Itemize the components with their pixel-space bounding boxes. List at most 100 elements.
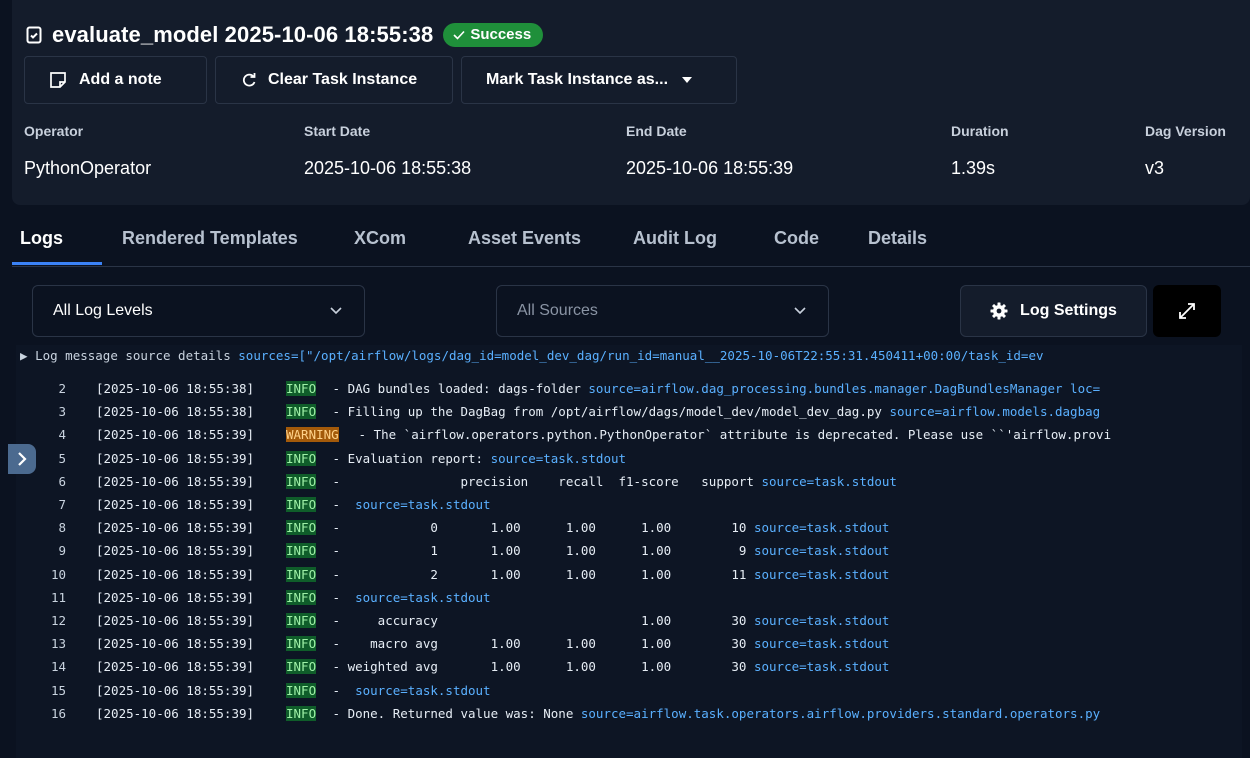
page-title: evaluate_model 2025-10-06 18:55:38 bbox=[52, 22, 434, 47]
task-instance-header: evaluate_model 2025-10-06 18:55:38 Succe… bbox=[12, 0, 1250, 205]
add-note-button[interactable]: Add a note bbox=[24, 56, 207, 104]
log-timestamp: [2025-10-06 18:55:39] bbox=[96, 520, 255, 536]
log-line-number: 6 bbox=[58, 473, 66, 489]
start-date-label: Start Date bbox=[304, 123, 371, 139]
log-message: - Filling up the DagBag from /opt/airflo… bbox=[325, 404, 1101, 420]
log-line-number: 8 bbox=[58, 520, 66, 536]
log-level-badge: INFO bbox=[286, 450, 317, 466]
end-date-label: End Date bbox=[626, 123, 687, 139]
gear-icon bbox=[990, 302, 1008, 320]
sidebar-toggle-button[interactable] bbox=[8, 444, 36, 474]
log-message: - weighted avg 1.00 1.00 1.00 30 source=… bbox=[325, 659, 890, 675]
log-message: - 1 1.00 1.00 1.00 9 source=task.stdout bbox=[325, 543, 890, 559]
log-line-number: 13 bbox=[50, 636, 66, 652]
log-timestamp: [2025-10-06 18:55:39] bbox=[96, 566, 255, 582]
tab-logs[interactable]: Logs bbox=[20, 228, 63, 249]
log-line: 13 [2025-10-06 18:55:39] INFO - macro avg … bbox=[16, 636, 1242, 659]
log-source-paths: sources=["/opt/airflow/logs/dag_id=model… bbox=[238, 348, 1044, 363]
log-line: 2 [2025-10-06 18:55:38] INFO - DAG bundles… bbox=[16, 381, 1242, 404]
log-level-badge: INFO bbox=[286, 613, 317, 628]
log-viewer[interactable]: ▶ Log message source details sources=["/… bbox=[16, 345, 1242, 758]
log-level-value: All Log Levels bbox=[53, 302, 153, 319]
log-message: - The `airflow.operators.python.PythonOp… bbox=[351, 427, 1112, 443]
log-timestamp: [2025-10-06 18:55:39] bbox=[96, 636, 255, 652]
log-line-number: 10 bbox=[50, 566, 66, 582]
caret-down-icon bbox=[682, 77, 693, 83]
mark-task-instance-dropdown[interactable]: Mark Task Instance as... bbox=[461, 56, 737, 104]
log-level-badge: INFO bbox=[286, 520, 317, 536]
fullscreen-button[interactable] bbox=[1153, 285, 1221, 337]
log-message: - Evaluation report: source=task.stdout bbox=[325, 450, 627, 466]
log-line-number: 14 bbox=[50, 659, 66, 675]
log-level-badge: INFO bbox=[286, 543, 317, 559]
log-source: source=airflow.dag_processing.bundles.ma… bbox=[588, 381, 1101, 396]
log-level-badge: INFO bbox=[286, 566, 317, 582]
tab-asset-events[interactable]: Asset Events bbox=[468, 228, 581, 249]
clear-task-instance-button[interactable]: Clear Task Instance bbox=[215, 56, 453, 104]
log-level-badge: INFO bbox=[286, 497, 317, 512]
log-line-number: 4 bbox=[58, 427, 66, 443]
log-level-select[interactable]: All Log Levels bbox=[32, 285, 365, 337]
log-message: - Done. Returned value was: None source=… bbox=[325, 705, 1101, 721]
tab-audit-log[interactable]: Audit Log bbox=[633, 228, 717, 249]
log-message: - source=task.stdout bbox=[325, 497, 491, 512]
log-level-badge: INFO bbox=[286, 381, 317, 396]
source-select[interactable]: All Sources bbox=[496, 285, 829, 337]
dag-version-label: Dag Version bbox=[1145, 123, 1226, 139]
log-line-number: 7 bbox=[58, 497, 66, 512]
log-line: 8 [2025-10-06 18:55:39] INFO - 0 1.00 1.00… bbox=[16, 520, 1242, 543]
log-line: 4 [2025-10-06 18:55:39] WARNING - The `air… bbox=[16, 427, 1242, 450]
log-message: - source=task.stdout bbox=[325, 682, 491, 698]
add-note-label: Add a note bbox=[79, 71, 162, 88]
log-message: - accuracy 1.00 30 source=task.stdout bbox=[325, 613, 890, 628]
status-badge: Success bbox=[443, 23, 544, 47]
operator-label: Operator bbox=[24, 123, 84, 139]
tab-rendered-templates[interactable]: Rendered Templates bbox=[122, 228, 298, 249]
title-row: evaluate_model 2025-10-06 18:55:38 Succe… bbox=[26, 22, 544, 48]
clear-task-label: Clear Task Instance bbox=[268, 71, 418, 88]
log-message: - DAG bundles loaded: dags-folder source… bbox=[325, 381, 1101, 396]
tab-xcom[interactable]: XCom bbox=[354, 228, 406, 249]
log-message: - 2 1.00 1.00 1.00 11 source=task.stdout bbox=[325, 566, 890, 582]
log-line-number: 16 bbox=[50, 705, 66, 721]
log-message: - macro avg 1.00 1.00 1.00 30 source=tas… bbox=[325, 636, 890, 652]
log-source: source=task.stdout bbox=[355, 682, 491, 698]
log-settings-button[interactable]: Log Settings bbox=[960, 285, 1147, 337]
log-source: source=task.stdout bbox=[490, 450, 627, 466]
log-level-badge: INFO bbox=[286, 404, 317, 420]
log-source: source=task.stdout bbox=[355, 497, 491, 512]
log-source: source=task.stdout bbox=[753, 566, 890, 582]
tab-code[interactable]: Code bbox=[774, 228, 819, 249]
log-source: source=airflow.task.operators.airflow.pr… bbox=[580, 705, 1101, 721]
log-timestamp: [2025-10-06 18:55:38] bbox=[96, 381, 255, 396]
dag-version-value: v3 bbox=[1145, 158, 1165, 178]
log-level-badge: INFO bbox=[286, 473, 317, 489]
operator-value: PythonOperator bbox=[24, 158, 152, 178]
log-source: source=task.stdout bbox=[753, 659, 890, 675]
log-source: source=task.stdout bbox=[753, 520, 890, 536]
duration-value: 1.39s bbox=[951, 158, 996, 178]
chevron-down-icon bbox=[330, 307, 342, 315]
duration-label: Duration bbox=[951, 123, 1009, 139]
check-icon bbox=[453, 30, 465, 40]
tab-details[interactable]: Details bbox=[868, 228, 927, 249]
log-line: 15 [2025-10-06 18:55:39] INFO - source=tas… bbox=[16, 682, 1242, 706]
end-date-value: 2025-10-06 18:55:39 bbox=[626, 158, 794, 178]
status-label: Success bbox=[470, 26, 532, 43]
log-source: source=task.stdout bbox=[753, 613, 890, 628]
log-source: source=airflow.models.dagbag bbox=[889, 404, 1101, 420]
log-source: source=task.stdout bbox=[355, 589, 491, 605]
page-left-border bbox=[0, 0, 8, 758]
log-line: 16 [2025-10-06 18:55:39] INFO - Done. Retu… bbox=[16, 705, 1242, 729]
log-timestamp: [2025-10-06 18:55:39] bbox=[96, 450, 255, 466]
tab-bar: Logs Rendered Templates XCom Asset Event… bbox=[12, 218, 1250, 267]
start-date-value: 2025-10-06 18:55:38 bbox=[304, 158, 472, 178]
log-source-details[interactable]: ▶ Log message source details sources=["/… bbox=[20, 348, 1044, 363]
log-source: source=task.stdout bbox=[753, 636, 890, 652]
expand-icon bbox=[1179, 303, 1195, 319]
source-value: All Sources bbox=[517, 302, 598, 319]
log-timestamp: [2025-10-06 18:55:39] bbox=[96, 427, 255, 443]
mark-task-label: Mark Task Instance as... bbox=[486, 71, 669, 88]
log-message: - source=task.stdout bbox=[325, 589, 491, 605]
log-line-number: 2 bbox=[58, 381, 66, 396]
